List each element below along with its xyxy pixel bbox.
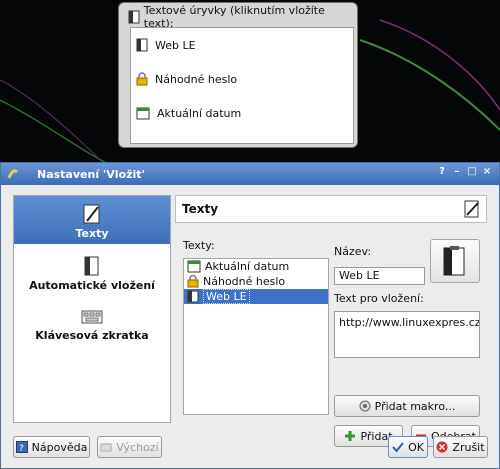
sidebar-item-label: Automatické vložení xyxy=(29,279,155,292)
list-item-label: Web LE xyxy=(203,289,250,304)
maximize-button[interactable]: □ xyxy=(466,166,478,178)
text-label: Text pro vložení: xyxy=(334,292,424,305)
pen-icon xyxy=(464,200,479,218)
add-macro-label: Přidat makro... xyxy=(374,399,456,413)
defaults-label: Výchozí xyxy=(116,440,159,454)
note-icon xyxy=(187,290,199,303)
defaults-icon xyxy=(100,443,112,452)
name-field[interactable]: Web LE xyxy=(334,267,425,285)
sidebar-item-label: Texty xyxy=(75,227,109,240)
clipboard-icon xyxy=(443,246,465,276)
keyboard-icon xyxy=(81,310,103,324)
note-icon xyxy=(128,10,140,24)
clipboard-icon xyxy=(84,256,99,276)
sidebar-item-shortcut[interactable]: Klávesová zkratka xyxy=(14,296,170,346)
sidebar: Texty Automatické vložení Klávesová zkra… xyxy=(13,195,171,423)
cancel-button[interactable]: Zrušit xyxy=(433,436,488,458)
popup-list: Web LE Náhodné heslo Aktuální datum xyxy=(130,27,354,144)
list-item-random-password[interactable]: Náhodné heslo xyxy=(184,274,328,289)
texts-list[interactable]: Aktuální datum Náhodné heslo Web LE xyxy=(183,258,329,415)
pen-icon xyxy=(83,204,100,224)
sidebar-item-label: Klávesová zkratka xyxy=(35,329,149,342)
cancel-label: Zrušit xyxy=(452,440,485,454)
list-item-label: Náhodné heslo xyxy=(203,275,286,288)
sidebar-item-texts[interactable]: Texty xyxy=(14,196,170,244)
popup-header: Textové úryvky (kliknutím vložíte text): xyxy=(122,4,354,30)
popup-item-random-password[interactable]: Náhodné heslo xyxy=(131,62,353,96)
gear-icon xyxy=(359,400,371,412)
list-item-current-date[interactable]: Aktuální datum xyxy=(184,259,328,274)
note-icon xyxy=(136,38,148,52)
lock-icon xyxy=(136,72,148,86)
minimize-button[interactable]: – xyxy=(451,166,463,178)
cancel-icon xyxy=(436,441,448,453)
app-icon xyxy=(7,169,19,179)
popup-item-web-le[interactable]: Web LE xyxy=(131,28,353,62)
list-item-label: Aktuální datum xyxy=(205,260,290,273)
settings-dialog: Nastavení 'Vložit' ? – □ × Texty Automat… xyxy=(0,162,500,469)
popup-item-label: Web LE xyxy=(155,38,196,52)
section-header: Texty xyxy=(175,195,487,223)
help-window-button[interactable]: ? xyxy=(436,166,448,178)
list-item-web-le[interactable]: Web LE xyxy=(184,289,328,304)
popup-item-label: Náhodné heslo xyxy=(155,72,238,86)
help-button[interactable]: ? Nápověda xyxy=(13,436,90,458)
section-title: Texty xyxy=(182,202,219,216)
content-panel: Texty Texty: Aktuální datum Náhodné hesl… xyxy=(175,195,487,447)
texts-label: Texty: xyxy=(183,239,215,252)
calendar-icon xyxy=(136,107,150,120)
snippet-icon-button[interactable] xyxy=(430,239,480,283)
title-bar[interactable]: Nastavení 'Vložit' ? – □ × xyxy=(1,163,499,185)
popup-item-label: Aktuální datum xyxy=(157,106,242,120)
close-button[interactable]: × xyxy=(481,166,493,178)
lock-icon xyxy=(187,275,199,288)
plus-icon xyxy=(345,431,356,441)
window-title: Nastavení 'Vložit' xyxy=(37,167,145,181)
ok-button[interactable]: OK xyxy=(388,436,428,458)
snippets-popup: Textové úryvky (kliknutím vložíte text):… xyxy=(118,2,358,148)
popup-item-current-date[interactable]: Aktuální datum xyxy=(131,96,353,130)
help-label: Nápověda xyxy=(31,440,88,454)
defaults-button[interactable]: Výchozí xyxy=(97,436,162,458)
svg-text:?: ? xyxy=(19,444,24,453)
help-icon: ? xyxy=(15,441,28,453)
add-macro-button[interactable]: Přidat makro... xyxy=(334,395,480,417)
calendar-icon xyxy=(187,260,201,273)
name-label: Název: xyxy=(334,245,372,258)
text-field[interactable]: http://www.linuxexpres.cz xyxy=(334,311,480,358)
ok-label: OK xyxy=(408,440,424,454)
check-icon xyxy=(392,442,404,453)
sidebar-item-auto-paste[interactable]: Automatické vložení xyxy=(14,244,170,296)
